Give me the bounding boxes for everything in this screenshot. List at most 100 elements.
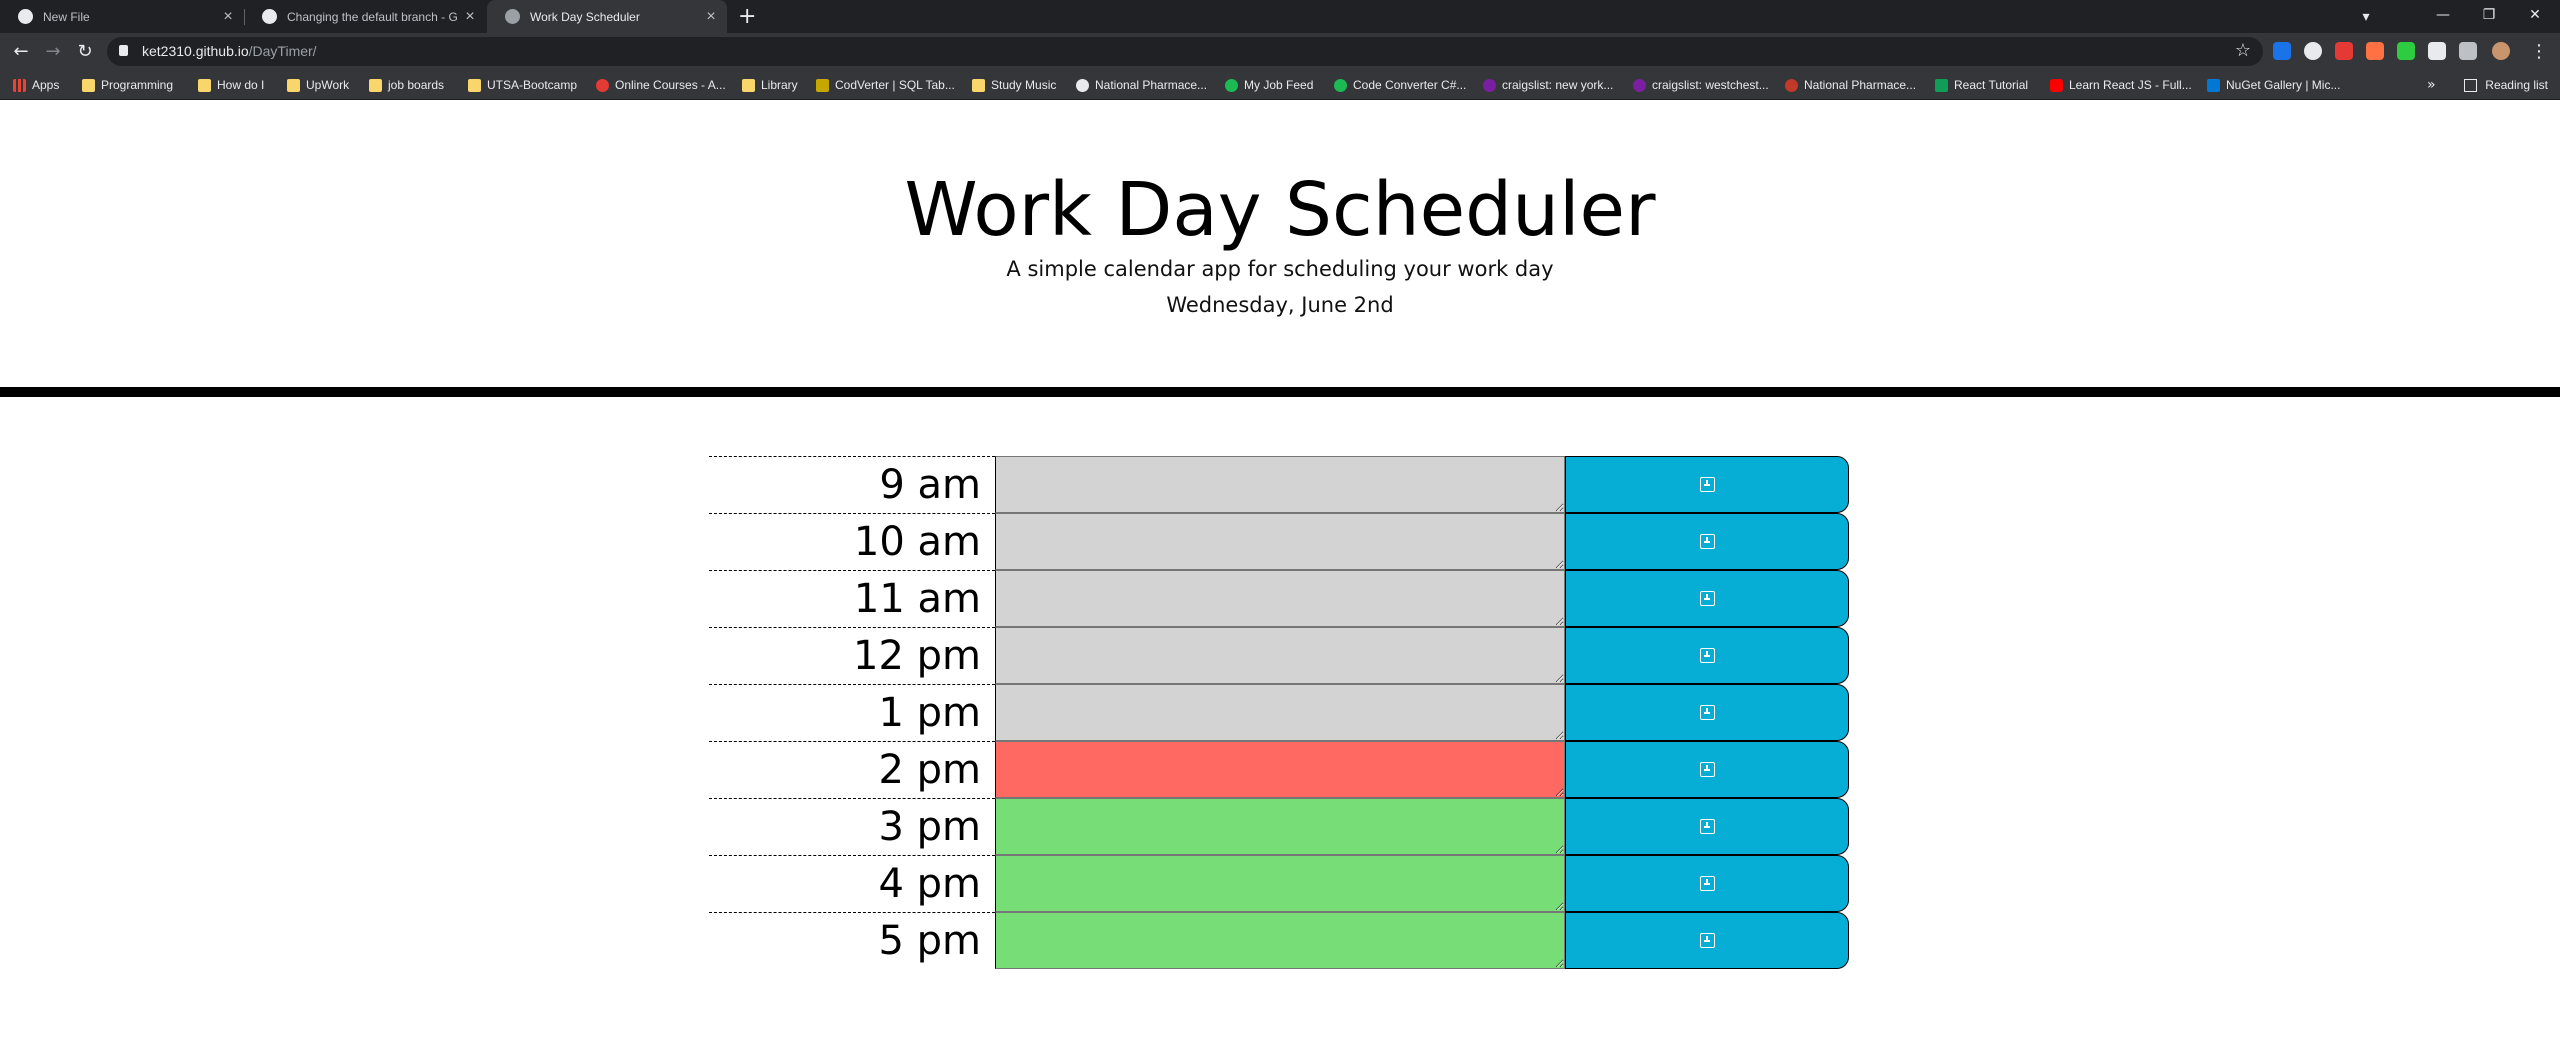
bookmark-craigslist-new-york[interactable]: craigslist: new york... <box>1483 70 1613 100</box>
description-field[interactable] <box>995 798 1565 855</box>
time-block: 12 pm <box>709 627 1849 684</box>
forward-icon[interactable]: → <box>40 39 66 65</box>
save-icon <box>1699 705 1715 720</box>
folder-icon <box>972 78 985 92</box>
hour-label: 12 pm <box>709 627 995 684</box>
description-field[interactable] <box>995 684 1565 741</box>
bookmark-library[interactable]: Library <box>742 70 798 100</box>
bookmark-nuget-gallery[interactable]: NuGet Gallery | Mic... <box>2207 70 2340 100</box>
description-field[interactable] <box>995 741 1565 798</box>
bookmark-national-pharmacy-2[interactable]: National Pharmace... <box>1785 70 1916 100</box>
bookmark-online-courses[interactable]: Online Courses - A... <box>596 70 726 100</box>
save-button[interactable] <box>1565 570 1849 627</box>
media-queue-icon[interactable] <box>2459 42 2477 60</box>
restore-icon[interactable]: ❐ <box>2466 0 2512 30</box>
folder-icon <box>82 78 95 92</box>
address-bar[interactable]: ket2310.github.io/DayTimer/ ☆ <box>107 37 2263 66</box>
tab-new-file[interactable]: New File × <box>0 0 244 33</box>
bookmark-codverter[interactable]: CodVerter | SQL Tab... <box>816 70 955 100</box>
extension-icon[interactable] <box>2304 42 2322 60</box>
time-block: 1 pm <box>709 684 1849 741</box>
lock-icon <box>119 45 128 56</box>
tab-work-day-scheduler[interactable]: Work Day Scheduler × <box>487 0 727 33</box>
save-icon <box>1699 534 1715 549</box>
bookmark-programming[interactable]: Programming <box>82 70 173 100</box>
nuget-icon <box>2207 78 2220 92</box>
bookmark-job-boards[interactable]: job boards <box>369 70 444 100</box>
time-block: 11 am <box>709 570 1849 627</box>
codverter-icon <box>816 78 829 92</box>
hour-label: 9 am <box>709 456 995 513</box>
upwork-icon <box>1225 78 1238 92</box>
bookmark-national-pharmacy[interactable]: National Pharmace... <box>1076 70 1207 100</box>
header: Work Day Scheduler A simple calendar app… <box>0 101 2560 397</box>
bookmark-code-converter[interactable]: Code Converter C#... <box>1334 70 1466 100</box>
youtube-icon <box>2050 78 2063 92</box>
description-field[interactable] <box>995 513 1565 570</box>
craigslist-icon <box>1633 78 1646 92</box>
menu-icon[interactable]: ⋮ <box>2526 39 2552 65</box>
description-field[interactable] <box>995 627 1565 684</box>
craigslist-icon <box>1483 78 1496 92</box>
save-button[interactable] <box>1565 456 1849 513</box>
chat-extension-icon[interactable] <box>2397 42 2415 60</box>
globe-icon <box>505 9 520 24</box>
tab-title: New File <box>43 9 90 24</box>
tab-title: Work Day Scheduler <box>530 9 640 24</box>
pocket-icon[interactable] <box>2335 42 2353 60</box>
toolbar: ← → ↻ ket2310.github.io/DayTimer/ ☆ ⋮ <box>0 33 2560 70</box>
save-button[interactable] <box>1565 627 1849 684</box>
save-button[interactable] <box>1565 741 1849 798</box>
bookmark-utsa-bootcamp[interactable]: UTSA-Bootcamp <box>468 70 577 100</box>
folder-icon <box>742 78 755 92</box>
close-icon[interactable]: × <box>701 8 721 26</box>
bookmark-study-music[interactable]: Study Music <box>972 70 1056 100</box>
description-field[interactable] <box>995 570 1565 627</box>
extension-icon[interactable] <box>2366 42 2384 60</box>
time-block: 3 pm <box>709 798 1849 855</box>
new-tab-button[interactable]: + <box>738 0 756 33</box>
save-button[interactable] <box>1565 513 1849 570</box>
tab-search-icon[interactable]: ▾ <box>2343 2 2389 32</box>
save-button[interactable] <box>1565 798 1849 855</box>
save-icon <box>1699 933 1715 948</box>
extensions-puzzle-icon[interactable] <box>2428 42 2446 60</box>
bookmark-upwork[interactable]: UpWork <box>287 70 349 100</box>
bookmark-how-do-i[interactable]: How do I <box>198 70 264 100</box>
save-button[interactable] <box>1565 912 1849 969</box>
time-block-list: 9 am 10 am 11 am 12 pm 1 pm 2 pm 3 pm 4 … <box>709 456 1849 969</box>
url-text: ket2310.github.io/DayTimer/ <box>142 43 317 59</box>
bookmark-craigslist-westchester[interactable]: craigslist: westchest... <box>1633 70 1769 100</box>
udemy-icon <box>596 78 609 92</box>
folder-icon <box>369 78 382 92</box>
window-close-icon[interactable]: ✕ <box>2512 0 2558 30</box>
save-button[interactable] <box>1565 855 1849 912</box>
reading-list-button[interactable]: Reading list <box>2464 70 2548 100</box>
description-field[interactable] <box>995 456 1565 513</box>
github-icon <box>18 9 33 24</box>
bookmark-learn-react[interactable]: Learn React JS - Full... <box>2050 70 2192 100</box>
save-button[interactable] <box>1565 684 1849 741</box>
close-icon[interactable]: × <box>460 8 480 26</box>
save-icon <box>1699 648 1715 663</box>
bookmark-react-tutorial[interactable]: React Tutorial <box>1935 70 2028 100</box>
hour-label: 1 pm <box>709 684 995 741</box>
hour-label: 11 am <box>709 570 995 627</box>
close-icon[interactable]: × <box>218 8 238 26</box>
bookmark-my-job-feed[interactable]: My Job Feed <box>1225 70 1313 100</box>
avatar[interactable] <box>2492 42 2510 60</box>
back-icon[interactable]: ← <box>8 39 34 65</box>
converter-icon <box>1334 78 1347 92</box>
tab-changing-default-branch[interactable]: Changing the default branch - G × <box>244 0 486 33</box>
react-tutorial-icon <box>1935 78 1948 92</box>
description-field[interactable] <box>995 855 1565 912</box>
more-bookmarks-icon[interactable]: » <box>2427 70 2436 100</box>
globe-icon <box>1076 78 1089 92</box>
password-manager-icon[interactable] <box>2273 42 2291 60</box>
bookmark-apps[interactable]: Apps <box>13 70 59 100</box>
minimize-icon[interactable]: — <box>2420 0 2466 30</box>
bookmark-star-icon[interactable]: ☆ <box>2235 40 2251 61</box>
page: Work Day Scheduler A simple calendar app… <box>0 101 2560 1040</box>
description-field[interactable] <box>995 912 1565 969</box>
reload-icon[interactable]: ↻ <box>72 39 98 65</box>
